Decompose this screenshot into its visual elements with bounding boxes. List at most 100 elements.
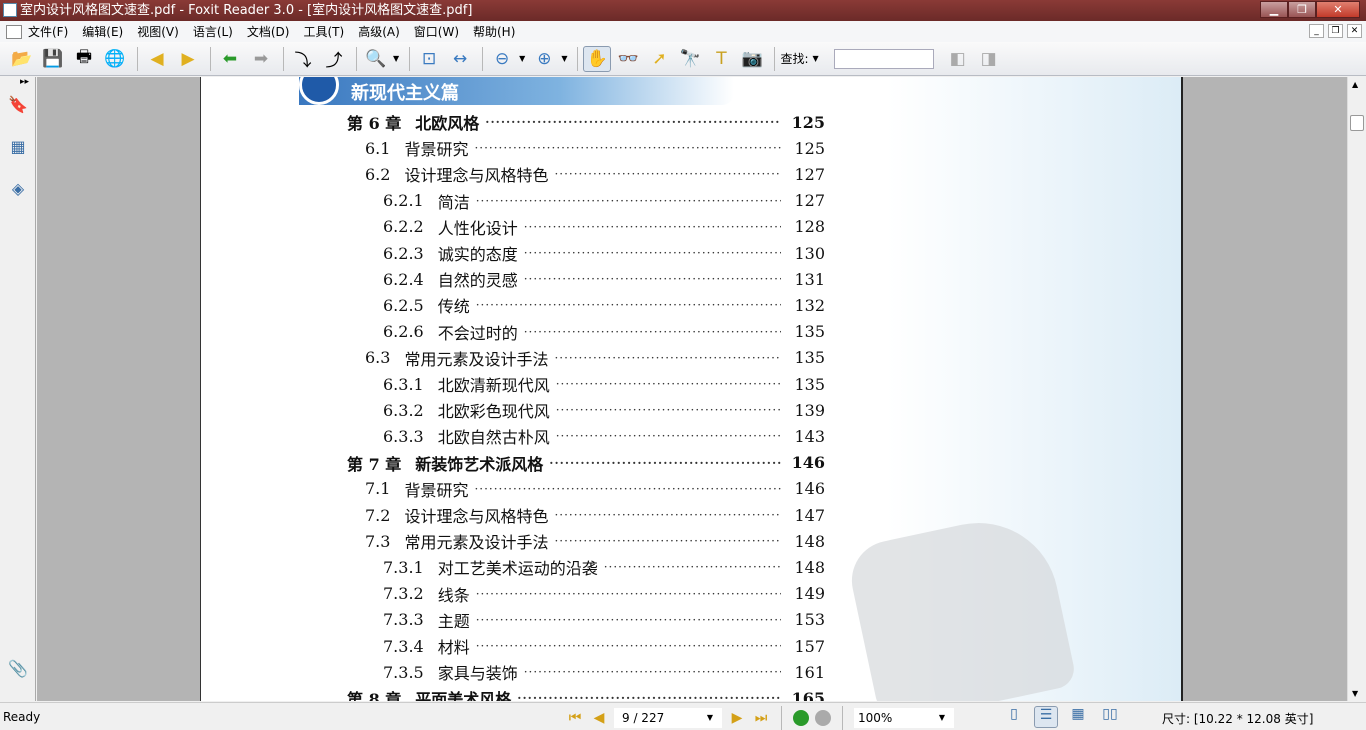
scroll-down-icon[interactable]: ▼ — [1352, 689, 1358, 698]
chevron-down-icon[interactable]: ▼ — [939, 708, 945, 728]
toc-entry[interactable]: 7.1 背景研究 ·································… — [365, 478, 825, 500]
next-page-icon[interactable]: ▶ — [728, 710, 746, 726]
toc-entry[interactable]: 第 7 章新装饰艺术派风格 ···························… — [347, 452, 825, 474]
find-options-dropdown[interactable]: ▼ — [813, 54, 819, 63]
scroll-up-icon[interactable]: ▲ — [1352, 80, 1358, 89]
toc-entry[interactable]: 7.3.2 线条 ·································… — [383, 583, 825, 605]
menu-document[interactable]: 文档(D) — [247, 23, 290, 40]
snapshot-camera-icon[interactable]: 📷 — [738, 46, 766, 72]
menu-advanced[interactable]: 高级(A) — [358, 23, 400, 40]
forward-icon[interactable] — [815, 710, 831, 726]
toc-entry[interactable]: 6.2 设计理念与风格特色 ····························… — [365, 163, 825, 186]
menu-file[interactable]: 文件(F) — [28, 23, 68, 40]
menu-edit[interactable]: 编辑(E) — [82, 23, 123, 40]
toc-entry[interactable]: 6.2.3 诚实的态度 ······························… — [383, 242, 825, 265]
find-input[interactable] — [833, 48, 934, 69]
continuous-facing-icon[interactable]: ▯▯ — [1098, 706, 1122, 728]
previous-page-icon[interactable]: ◀ — [590, 710, 608, 726]
toc-entry[interactable]: 6.1 背景研究 ·································… — [365, 137, 825, 160]
hand-tool-icon[interactable]: ✋ — [583, 45, 612, 72]
doc-minimize-button[interactable]: _ — [1309, 24, 1324, 38]
toc-page: 127 — [794, 164, 825, 184]
menu-window[interactable]: 窗口(W) — [414, 23, 459, 40]
reading-glasses-icon[interactable]: 👓 — [614, 46, 642, 72]
doc-close-button[interactable]: ✕ — [1347, 24, 1362, 38]
toc-entry[interactable]: 6.3.3 北欧自然古朴风 ····························… — [383, 425, 825, 448]
back-icon[interactable]: ⬅ — [216, 46, 244, 72]
toc-entry[interactable]: 6.2.4 自然的灵感 ······························… — [383, 268, 825, 291]
chevron-down-icon[interactable]: ▼ — [561, 54, 567, 63]
attachments-icon[interactable]: 📎 — [7, 659, 29, 683]
toc-entry[interactable]: 6.2.2 人性化设计 ······························… — [383, 216, 825, 238]
toc-entry[interactable]: 6.2.1 简洁 ·································… — [383, 190, 825, 212]
document-viewer[interactable]: 新现代主义篇 第 6 章北欧风格 ························… — [37, 77, 1347, 701]
maximize-button[interactable]: ❐ — [1288, 1, 1316, 18]
zoom-in-icon[interactable]: ⊕ — [530, 46, 558, 72]
zoom-in-tool-icon[interactable]: 🔍 — [362, 46, 390, 72]
zoom-out-icon[interactable]: ⊖ — [488, 46, 516, 72]
close-button[interactable]: ✕ — [1316, 1, 1360, 18]
toc-entry[interactable]: 7.3.3 主题 ·································… — [383, 609, 825, 631]
rotate-counterclockwise-icon[interactable]: ⤴ — [320, 46, 348, 72]
print-icon[interactable]: 🖶 — [70, 46, 98, 72]
next-page-icon[interactable]: ▶ — [174, 46, 202, 72]
toc-entry[interactable]: 7.3.1 对工艺美术运动的沿袭 ·························… — [383, 556, 825, 579]
toc-number: 6.1 — [365, 138, 391, 158]
toc-entry[interactable]: 6.3 常用元素及设计手法 ····························… — [365, 347, 825, 369]
toc-entry[interactable]: 6.2.6 不会过时的 ······························… — [383, 321, 825, 343]
rotate-clockwise-icon[interactable]: ⤵ — [289, 46, 317, 72]
previous-page-icon[interactable]: ◀ — [143, 46, 171, 72]
zoom-level-field[interactable]: 100% ▼ — [854, 708, 954, 728]
first-page-icon[interactable]: ⏮ — [566, 710, 584, 726]
toc-entry[interactable]: 7.3 常用元素及设计手法 ····························… — [365, 530, 825, 553]
toc-entry[interactable]: 6.2.5 传统 ·································… — [383, 294, 825, 317]
expand-sidebar-icon[interactable]: ▸▸ — [0, 77, 35, 87]
layers-icon[interactable]: ◈ — [7, 179, 29, 203]
page-number-field[interactable]: 9 / 227 ▼ — [614, 708, 722, 728]
doc-restore-button[interactable]: ❐ — [1328, 24, 1343, 38]
forward-icon[interactable]: ➡ — [247, 46, 275, 72]
toc-leader: ········································… — [523, 665, 781, 680]
menu-help[interactable]: 帮助(H) — [473, 23, 515, 40]
menu-tools[interactable]: 工具(T) — [303, 23, 344, 40]
toc-entry[interactable]: 7.2 设计理念与风格特色 ····························… — [365, 504, 825, 527]
chevron-down-icon[interactable]: ▼ — [393, 54, 399, 63]
select-arrow-icon[interactable]: ➚ — [645, 46, 673, 72]
minimize-button[interactable]: ▁ — [1260, 1, 1288, 18]
fit-page-icon[interactable]: ⊡ — [415, 46, 443, 72]
fit-width-icon[interactable]: ↔ — [446, 46, 474, 72]
page-number: 9 / 227 — [622, 711, 665, 725]
back-icon[interactable] — [793, 710, 809, 726]
save-icon[interactable]: 💾 — [39, 46, 67, 72]
toc-entry[interactable]: 7.3.5 家具与装饰 ······························… — [383, 661, 825, 684]
chevron-down-icon[interactable]: ▼ — [707, 708, 713, 728]
facing-pages-icon[interactable]: ▦ — [1066, 706, 1090, 728]
menu-language[interactable]: 语言(L) — [193, 23, 233, 40]
toc-leader: ········································… — [555, 429, 781, 444]
toc-entry[interactable]: 6.3.2 北欧彩色现代风 ····························… — [383, 399, 825, 422]
single-page-icon[interactable]: ▯ — [1002, 706, 1026, 728]
text-select-icon[interactable]: T — [707, 46, 735, 72]
vertical-scrollbar[interactable]: ▲ ▼ — [1347, 77, 1366, 701]
toc-page: 128 — [794, 217, 825, 237]
toc-entry[interactable]: 7.3.4 材料 ·································… — [383, 635, 825, 658]
toc-entry[interactable]: 第 8 章 平面美术风格 ·····························… — [347, 687, 825, 701]
continuous-page-icon[interactable]: ☰ — [1034, 706, 1058, 728]
toc-leader: ········································… — [517, 691, 781, 701]
find-binoculars-icon[interactable]: 🔭 — [676, 46, 704, 72]
chevron-down-icon[interactable]: ▼ — [519, 54, 525, 63]
pages-thumbnail-icon[interactable]: ▦ — [7, 137, 29, 161]
find-previous-icon[interactable]: ◧ — [944, 46, 972, 72]
bookmarks-icon[interactable]: 🔖 — [7, 95, 29, 119]
find-next-icon[interactable]: ◨ — [975, 46, 1003, 72]
email-icon[interactable]: 🌐 — [101, 46, 129, 72]
toc-leader: ········································… — [474, 481, 781, 496]
toc-entry[interactable]: 6.3.1 北欧清新现代风 ····························… — [383, 373, 825, 396]
scrollbar-thumb[interactable] — [1350, 115, 1364, 131]
toc-page: 127 — [794, 191, 825, 211]
toc-entry[interactable]: 第 6 章北欧风格 ·······························… — [347, 111, 825, 134]
page-size: 尺寸: [10.22 * 12.08 英寸] — [1162, 712, 1314, 726]
menu-view[interactable]: 视图(V) — [137, 23, 179, 40]
last-page-icon[interactable]: ⏭ — [752, 710, 770, 726]
open-icon[interactable]: 📂 — [8, 46, 36, 72]
